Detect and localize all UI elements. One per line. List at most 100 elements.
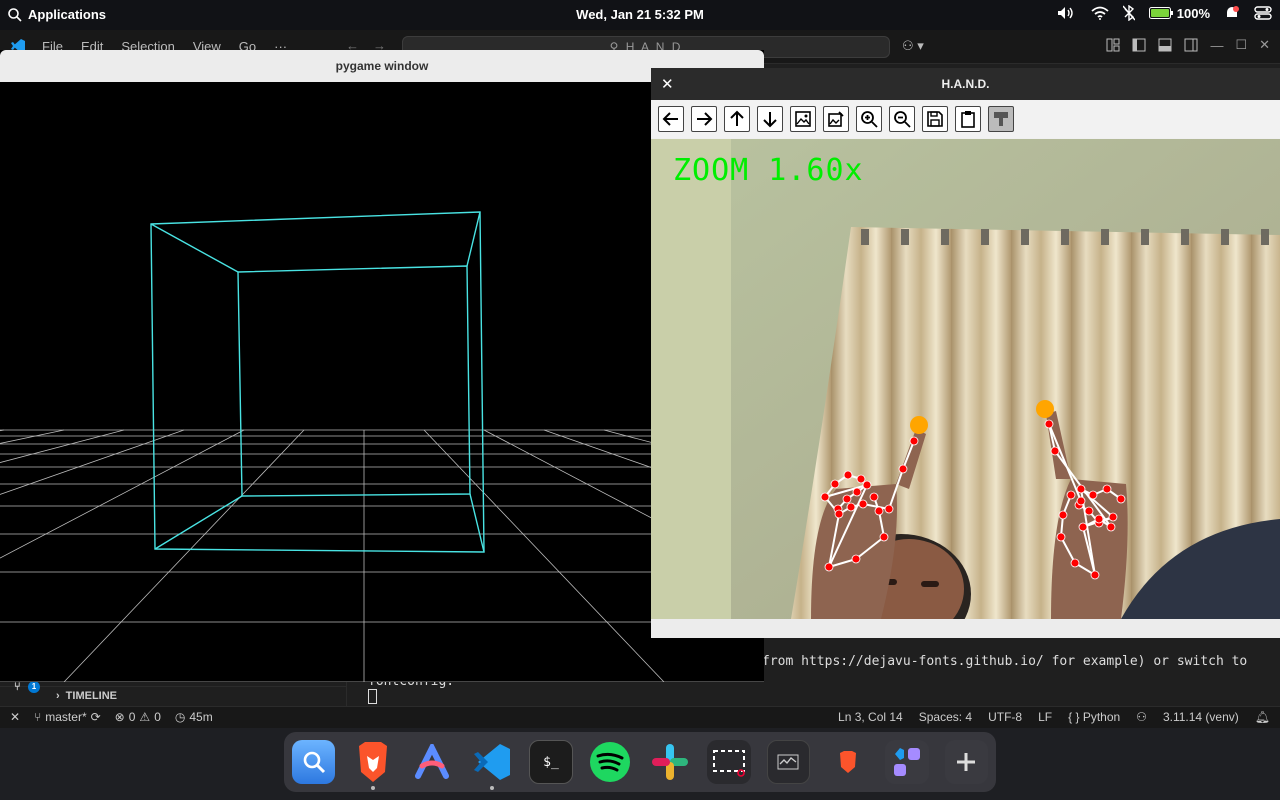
vscode-windows-icon[interactable] bbox=[885, 740, 929, 784]
toggle-panel-icon[interactable] bbox=[1158, 38, 1172, 52]
timeline-section[interactable]: ⑂ 1 › TIMELINE bbox=[0, 681, 346, 708]
panel-divider bbox=[346, 680, 347, 708]
error-count: 0 bbox=[128, 710, 136, 724]
right-hand-landmark bbox=[1076, 484, 1086, 494]
activity-monitor-icon[interactable] bbox=[766, 740, 811, 784]
curtain-ring bbox=[1221, 229, 1229, 245]
running-indicator bbox=[371, 786, 376, 790]
remote-icon[interactable]: ✕ bbox=[10, 710, 20, 724]
left-hand-landmark bbox=[824, 562, 834, 572]
end-of-line[interactable]: LF bbox=[1038, 710, 1052, 724]
python-interpreter[interactable]: 3.11.14 (venv) bbox=[1163, 710, 1239, 724]
finder-icon[interactable] bbox=[292, 740, 336, 784]
right-hand-landmark bbox=[1090, 570, 1100, 580]
slack-icon[interactable] bbox=[648, 740, 691, 784]
right-hand-landmark bbox=[1088, 490, 1098, 500]
hand-window: H.A.N.D. ✕ ZOOM 1.60x bbox=[651, 68, 1280, 638]
wifi-icon[interactable] bbox=[1091, 6, 1109, 20]
source-control-badge: 1 bbox=[28, 681, 40, 693]
minimize-icon[interactable]: — bbox=[1210, 38, 1223, 53]
branch-name: master* bbox=[45, 710, 87, 724]
brave-private-icon[interactable] bbox=[826, 740, 869, 784]
cursor-position[interactable]: Ln 3, Col 14 bbox=[838, 710, 903, 724]
notification-bell-icon[interactable] bbox=[1224, 5, 1240, 21]
left-hand-landmark bbox=[879, 532, 889, 542]
control-center-icon[interactable] bbox=[1254, 6, 1272, 20]
left-hand-landmark bbox=[869, 492, 879, 502]
zoom-out-icon[interactable] bbox=[889, 106, 915, 132]
cube-backdrop bbox=[0, 82, 764, 682]
left-hand-landmark bbox=[843, 470, 853, 480]
image-edit-icon[interactable] bbox=[823, 106, 849, 132]
left-hand-landmark bbox=[846, 502, 856, 512]
brave-browser-icon[interactable] bbox=[351, 740, 394, 790]
bluetooth-off-icon[interactable] bbox=[1122, 5, 1135, 21]
vscode-icon[interactable] bbox=[470, 740, 513, 790]
sync-icon: ⟳ bbox=[90, 710, 101, 724]
cube-edge bbox=[466, 211, 481, 267]
curtain-ring bbox=[1101, 229, 1109, 245]
arrow-up-icon[interactable] bbox=[724, 106, 750, 132]
copilot-status-icon[interactable]: ⚇ bbox=[1136, 710, 1147, 724]
arrow-right-icon[interactable] bbox=[691, 106, 717, 132]
indentation[interactable]: Spaces: 4 bbox=[919, 710, 972, 724]
battery-icon bbox=[1148, 7, 1173, 19]
toggle-secondary-sidebar-icon[interactable] bbox=[1184, 38, 1198, 52]
settings-icon[interactable] bbox=[988, 106, 1014, 132]
person-eye-right bbox=[921, 581, 939, 587]
curtain-ring bbox=[981, 229, 989, 245]
git-branch-icon: ⑂ bbox=[34, 710, 42, 724]
hand-window-title: H.A.N.D. bbox=[651, 68, 1280, 100]
close-icon[interactable]: ✕ bbox=[1259, 37, 1270, 53]
left-hand-landmark bbox=[856, 474, 866, 484]
add-icon[interactable] bbox=[944, 740, 988, 784]
error-icon: ⊗ bbox=[114, 710, 125, 724]
right-hand-landmark bbox=[1108, 512, 1118, 522]
customize-layout-icon[interactable] bbox=[1106, 38, 1120, 52]
arrow-left-icon[interactable] bbox=[658, 106, 684, 132]
image-icon[interactable] bbox=[790, 106, 816, 132]
encoding[interactable]: UTF-8 bbox=[988, 710, 1022, 724]
grid-line-v bbox=[423, 429, 665, 682]
timer-indicator[interactable]: ◷ 45m bbox=[175, 710, 213, 724]
left-hand-landmark bbox=[862, 480, 872, 490]
pygame-canvas[interactable] bbox=[0, 82, 764, 682]
source-control-icon[interactable]: ⑂ bbox=[14, 681, 21, 693]
branch-indicator[interactable]: ⑂ master* ⟳ bbox=[34, 710, 101, 724]
zoom-overlay-text: ZOOM 1.60x bbox=[673, 153, 864, 188]
battery-indicator[interactable]: 100% bbox=[1148, 6, 1210, 21]
save-icon[interactable] bbox=[922, 106, 948, 132]
system-tray: 100% bbox=[1057, 5, 1272, 21]
camera-feed[interactable]: ZOOM 1.60x bbox=[651, 139, 1280, 619]
grid-line-v bbox=[0, 429, 185, 495]
volume-icon[interactable] bbox=[1057, 6, 1077, 20]
language-name: Python bbox=[1082, 710, 1121, 724]
toggle-sidebar-icon[interactable] bbox=[1132, 38, 1146, 52]
right-hand-landmark bbox=[1058, 510, 1068, 520]
arrow-down-icon[interactable] bbox=[757, 106, 783, 132]
terminal-prompt-glyph: $_ bbox=[543, 754, 559, 770]
left-hand-landmark bbox=[830, 479, 840, 489]
right-hand-landmark bbox=[1094, 514, 1104, 524]
terminal-icon[interactable]: $_ bbox=[529, 740, 573, 784]
close-icon[interactable]: ✕ bbox=[661, 75, 674, 93]
curtain-ring bbox=[1141, 229, 1149, 245]
curtain-ring bbox=[1261, 229, 1269, 245]
cube-back-face bbox=[237, 265, 471, 497]
maximize-icon[interactable]: ☐ bbox=[1235, 37, 1247, 53]
zoom-in-icon[interactable] bbox=[856, 106, 882, 132]
copilot-icon[interactable]: ⚇ ▾ bbox=[902, 38, 924, 54]
clipboard-icon[interactable] bbox=[955, 106, 981, 132]
problems-indicator[interactable]: ⊗ 0 ⚠ 0 bbox=[115, 710, 161, 724]
notifications-icon[interactable]: 🔔︎ bbox=[1255, 710, 1270, 724]
spotify-icon[interactable] bbox=[589, 740, 632, 784]
arc-icon[interactable] bbox=[411, 740, 454, 784]
screenshot-icon[interactable] bbox=[707, 740, 751, 784]
cube-front-face bbox=[150, 211, 485, 553]
language-mode[interactable]: { } Python bbox=[1068, 710, 1120, 724]
floor-grid bbox=[0, 429, 764, 682]
timeline-label: TIMELINE bbox=[65, 690, 118, 702]
right-hand-landmark bbox=[1102, 484, 1112, 494]
left-hand-landmark bbox=[884, 504, 894, 514]
left-hand-landmark bbox=[852, 487, 862, 497]
